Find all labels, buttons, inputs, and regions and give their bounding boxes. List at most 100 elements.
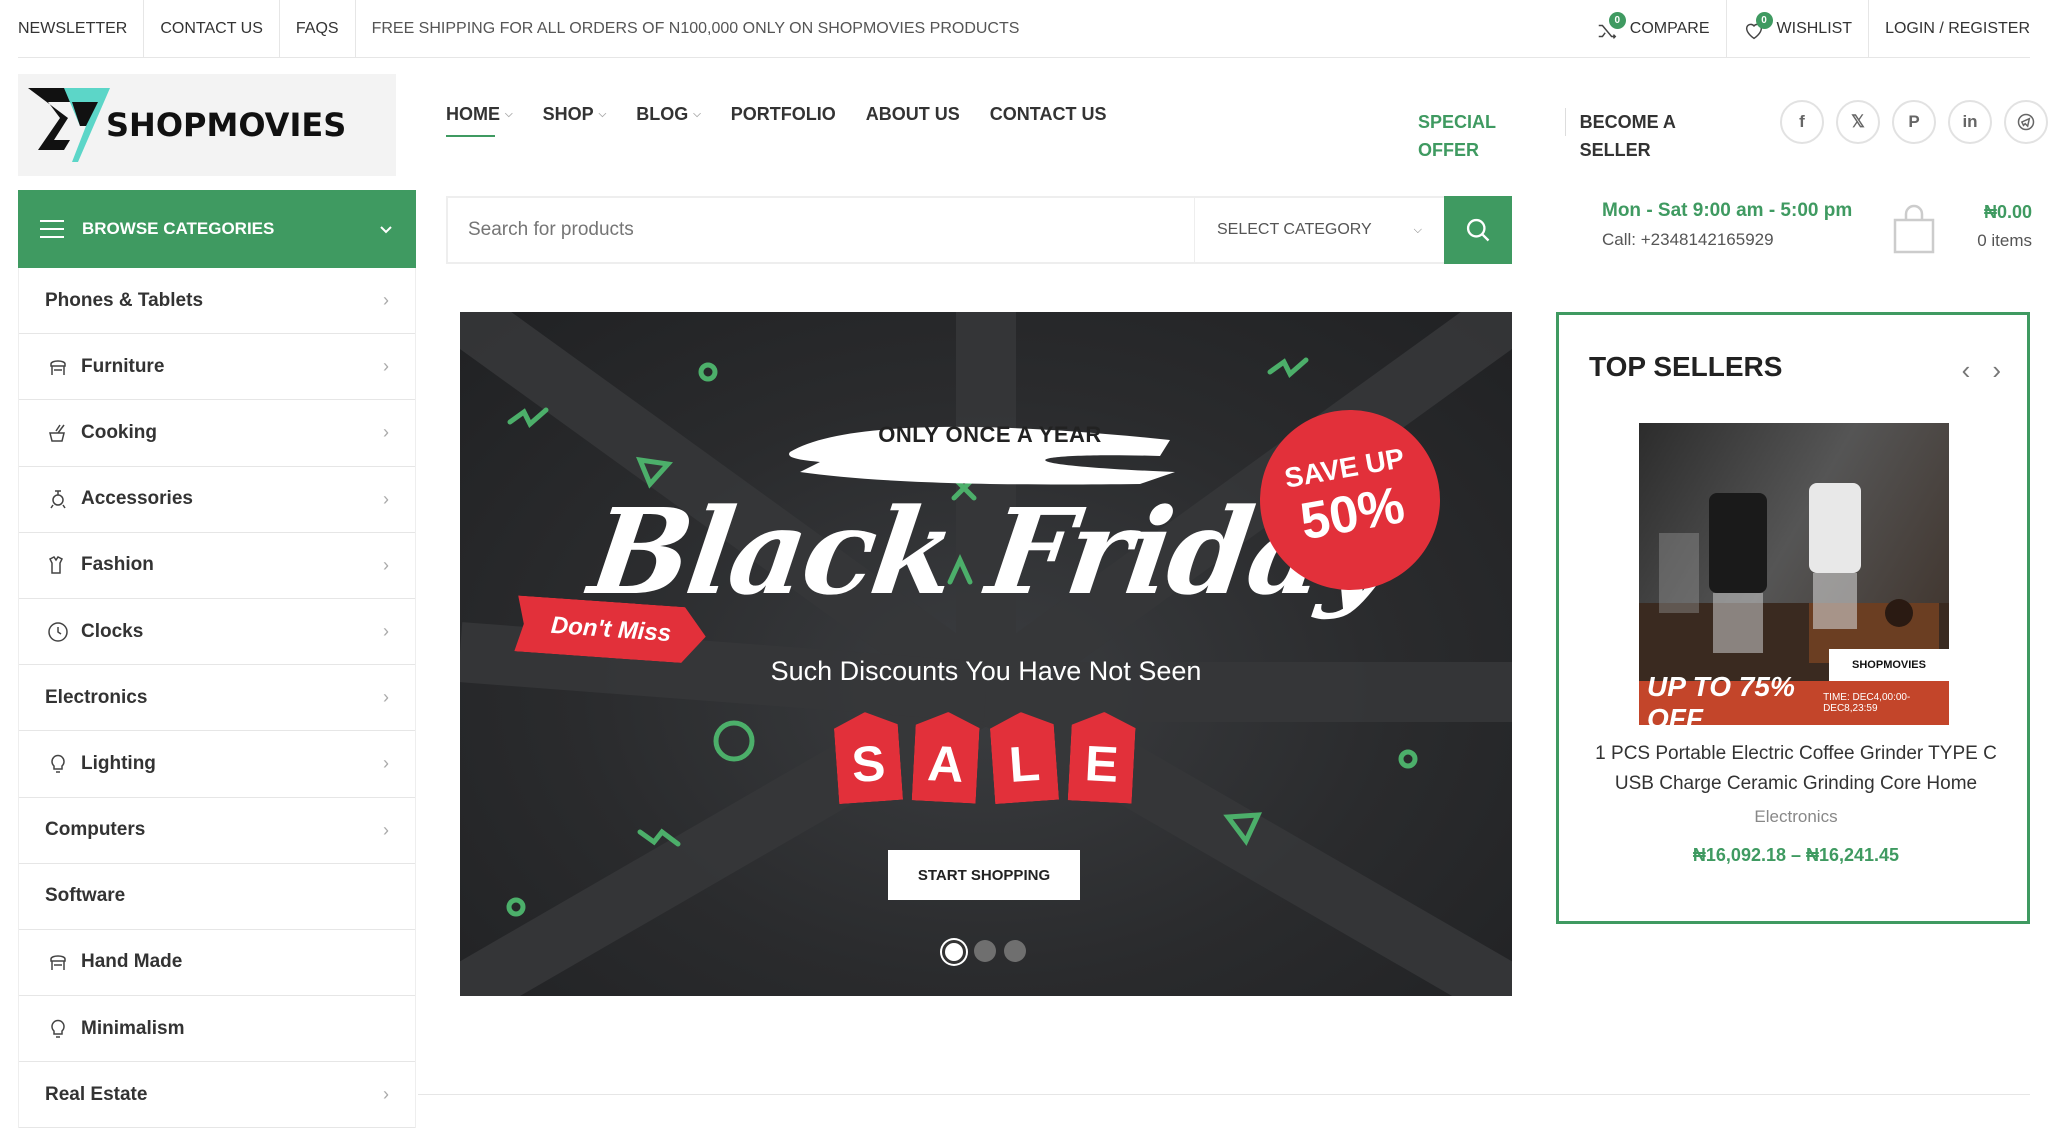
product-promo: UP TO 75% OFF TIME: DEC4,00:00-DEC8,23:5… [1639,671,1949,725]
hamburger-icon [40,220,64,238]
category-select[interactable]: SELECT CATEGORY ⌵ [1194,198,1444,262]
fashion-icon [45,552,71,578]
search-button[interactable] [1444,196,1512,264]
category-label: Fashion [81,554,154,576]
chevron-left-icon[interactable]: ‹ [1962,355,1971,386]
browse-categories-label: BROWSE CATEGORIES [82,219,275,238]
become-seller-link[interactable]: BECOME A SELLER [1566,108,1738,160]
login-register-link[interactable]: LOGIN / REGISTER [1869,0,2030,58]
chair-icon [45,354,71,380]
slider-dot-1[interactable] [942,940,966,964]
category-item[interactable]: Phones & Tablets › [19,268,415,335]
chevron-down-icon: ⌵ [505,109,513,120]
x-icon[interactable]: 𝕏 [1836,100,1880,144]
category-item[interactable]: Clocks › [19,599,415,666]
store-hours: Mon - Sat 9:00 am - 5:00 pm Call: +23481… [1602,200,1852,250]
nav-home[interactable]: HOME ⌵ [446,104,513,137]
newsletter-link[interactable]: NEWSLETTER [18,0,145,58]
telegram-icon[interactable] [2004,100,2048,144]
wishlist-count: 0 [1755,11,1773,29]
search-bar: SELECT CATEGORY ⌵ [446,196,1512,264]
lightbulb-icon [45,1016,71,1042]
nav-shop[interactable]: SHOP ⌵ [543,104,607,125]
category-label: Clocks [81,620,144,642]
heart-icon: 0 [1743,11,1773,42]
category-item[interactable]: Computers › [19,798,415,864]
promo-text: UP TO 75% OFF [1647,671,1795,725]
chevron-down-icon: ⌵ [598,109,607,120]
chevron-right-icon[interactable]: › [1992,355,2001,386]
linkedin-icon[interactable]: in [1948,100,1992,144]
cart-summary[interactable]: ₦0.00 0 items [1970,202,2032,251]
cart-amount: ₦0.00 [1983,202,2032,222]
chevron-right-icon: › [383,554,389,575]
nav-about-us[interactable]: ABOUT US [866,104,960,125]
chevron-down-icon: ⌵ [693,109,701,120]
compare-label: COMPARE [1629,19,1710,37]
category-label: Computers [45,819,146,841]
sale-tag: L [989,710,1059,804]
category-label: Accessories [81,488,193,510]
logo-text: SHOPMOVIES [106,106,347,144]
faqs-link[interactable]: FAQS [280,0,356,58]
category-label: Electronics [45,686,148,708]
nav-blog-label: BLOG [636,104,689,124]
category-item[interactable]: Furniture › [19,334,415,401]
product-name-link[interactable]: 1 PCS Portable Electric Coffee Grinder T… [1589,739,2003,799]
cooking-icon [45,420,71,446]
promo-time: TIME: DEC4,00:00-DEC8,23:59 [1823,692,1911,714]
header-right: SPECIAL OFFER BECOME A SELLER f 𝕏 P in [1418,100,2048,160]
banner-tagline: ONLY ONCE A YEAR [878,422,1102,447]
category-item[interactable]: Accessories › [19,467,415,533]
pinterest-icon[interactable]: P [1892,100,1936,144]
nav-blog[interactable]: BLOG ⌵ [636,104,701,125]
search-input[interactable] [448,198,1194,262]
category-item[interactable]: Cooking › [19,400,415,467]
nav-contact-us[interactable]: CONTACT US [990,104,1107,125]
main-nav: HOME ⌵ SHOP ⌵ BLOG ⌵ PORTFOLIO ABOUT US CON… [446,104,1136,137]
top-sellers-nav: ‹ › [1940,355,2001,386]
contact-us-top-link[interactable]: CONTACT US [144,0,280,58]
sale-tag: A [912,710,981,803]
category-item[interactable]: Fashion › [19,533,415,599]
chevron-down-icon: ⌵ [1413,223,1422,236]
category-item[interactable]: Minimalism [19,996,415,1063]
product-category-link[interactable]: Electronics [1589,807,2003,827]
shopping-bag-icon[interactable] [1892,204,1936,254]
nav-about-label: ABOUT US [865,104,960,124]
clock-icon [45,619,71,645]
chevron-right-icon: › [383,687,389,708]
chevron-right-icon: › [383,356,389,377]
slider-dot-2[interactable] [974,940,996,962]
social-links: f 𝕏 P in [1768,100,2048,144]
hero-banner[interactable]: ONLY ONCE A YEAR Black Friday SAVE UP 50… [460,312,1512,996]
product-image[interactable]: SHOPMOVIES UP TO 75% OFF TIME: DEC4,00:0… [1639,423,1949,725]
product-logo-text: SHOPMOVIES [1829,649,1949,681]
chair-icon [45,949,71,975]
category-item[interactable]: Software [19,864,415,930]
browse-categories-button[interactable]: BROWSE CATEGORIES [18,190,416,268]
sale-tag: E [1068,710,1137,803]
special-offer-link[interactable]: SPECIAL OFFER [1418,108,1566,160]
nav-contact-label: CONTACT US [989,104,1107,124]
category-label: Furniture [81,355,165,377]
facebook-icon[interactable]: f [1780,100,1824,144]
wishlist-button[interactable]: 0 WISHLIST [1727,0,1870,58]
sale-tags: S A L E [836,712,1148,802]
category-list: Phones & Tablets › Furniture › Cooking › Acces… [18,268,416,1128]
nav-portfolio[interactable]: PORTFOLIO [731,104,836,125]
category-item[interactable]: Real Estate › [19,1062,415,1128]
slider-dot-3[interactable] [1004,940,1026,962]
category-label: Phones & Tablets [45,289,204,311]
top-bar: NEWSLETTER CONTACT US FAQS FREE SHIPPING… [18,0,2030,58]
category-item[interactable]: Electronics › [19,665,415,732]
compare-icon: 0 [1596,11,1626,42]
phone-text[interactable]: Call: +2348142165929 [1602,230,1852,250]
wishlist-label: WISHLIST [1776,19,1853,37]
start-shopping-button[interactable]: START SHOPPING [888,850,1080,900]
sale-tag: S [833,710,903,804]
category-item[interactable]: Lighting › [19,731,415,798]
category-item[interactable]: Hand Made [19,930,415,997]
site-logo[interactable]: SHOPMOVIES [18,74,396,176]
compare-button[interactable]: 0 COMPARE [1580,0,1727,58]
